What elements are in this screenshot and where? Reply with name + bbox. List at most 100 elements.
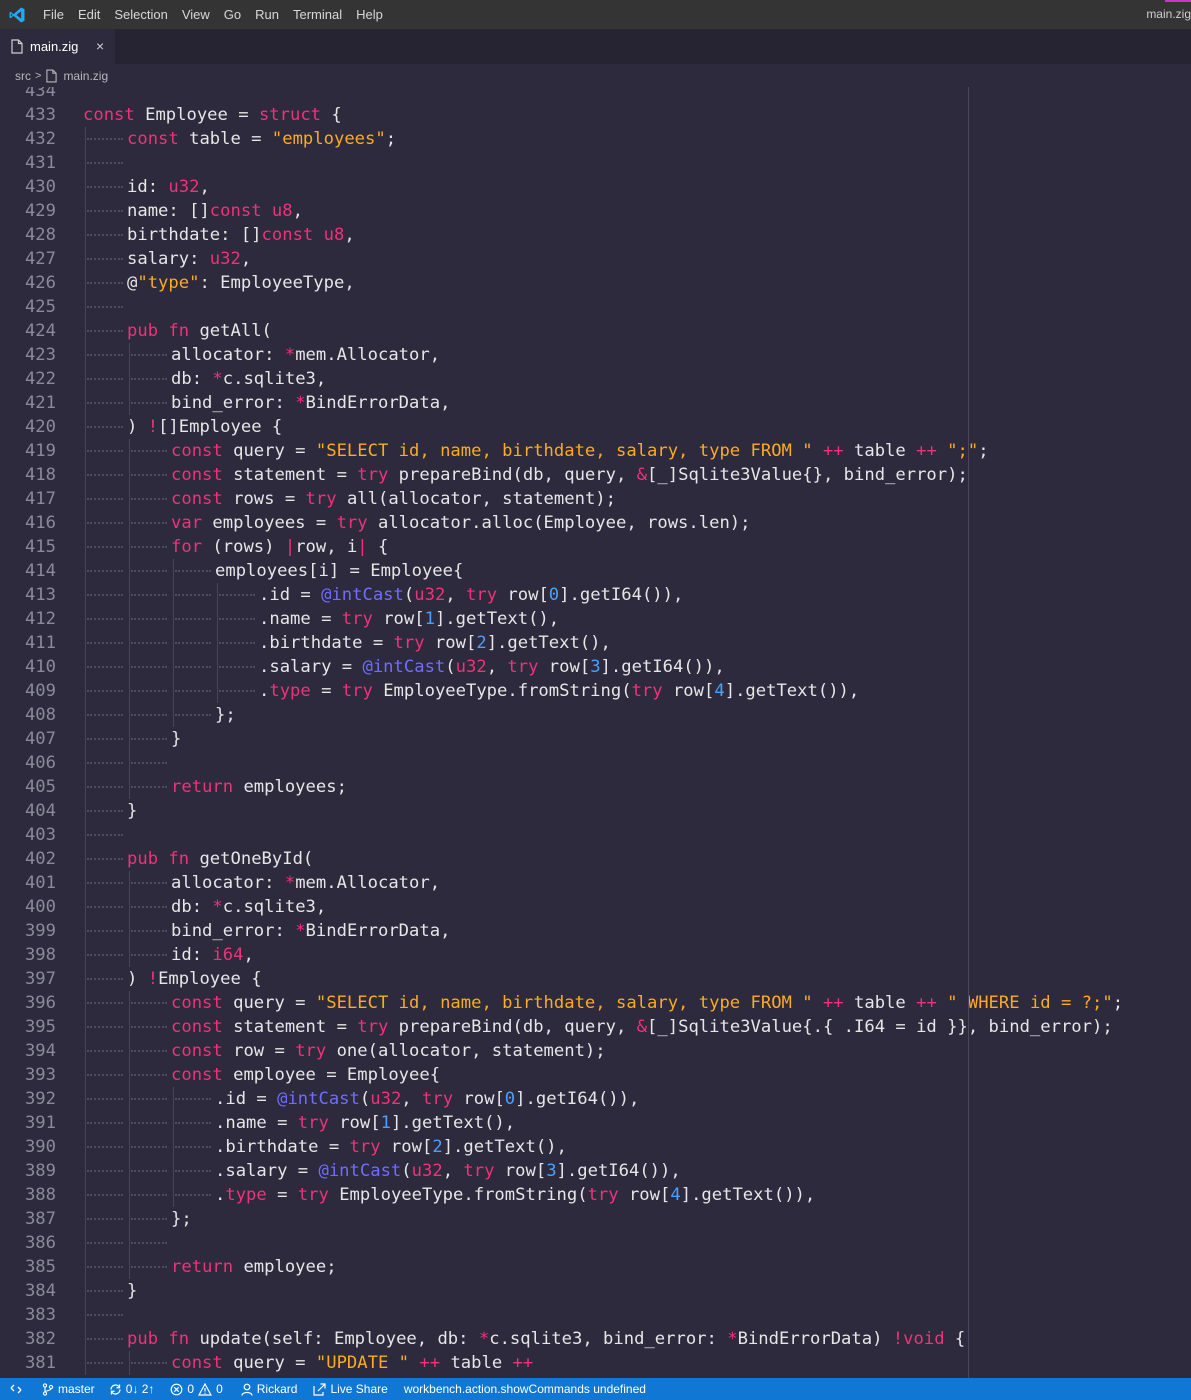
breadcrumb-file[interactable]: main.zig [63,69,108,83]
code-line[interactable]: pub fn getOneById( [83,847,313,871]
code-line[interactable]: const rows = try all(allocator, statemen… [83,487,616,511]
code-token: .name = [215,1113,298,1133]
code-line[interactable] [83,751,171,775]
code-line[interactable]: db: *c.sqlite3, [83,367,326,391]
code-line[interactable]: const Employee = struct { [83,103,342,127]
code-line[interactable]: pub fn getAll( [83,319,272,343]
code-line[interactable]: .birthdate = try row[2].getText(), [83,1135,567,1159]
code-line[interactable]: return employees; [83,775,347,799]
code-editor[interactable]: 434 433 432 431 430 429 428 427 426 425 424 423 422 4… [0,87,1191,1378]
user-item[interactable]: Rickard [241,1382,297,1396]
code-token: birthdate: [] [127,225,262,245]
code-line[interactable]: var employees = try allocator.alloc(Empl… [83,511,751,535]
code-line[interactable]: ) ![]Employee { [83,415,282,439]
menu-view[interactable]: View [175,0,217,29]
remote-indicator[interactable] [10,1383,26,1395]
line-number: 413 [24,585,56,605]
code-token: row[ [497,585,549,605]
code-line[interactable]: } [83,799,137,823]
code-line[interactable]: .id = @intCast(u32, try row[0].getI64())… [83,1087,639,1111]
code-line[interactable]: db: *c.sqlite3, [83,895,326,919]
code-line[interactable] [83,151,127,175]
code-token: .salary = [215,1161,319,1181]
menu-go[interactable]: Go [217,0,248,29]
code-line[interactable]: const statement = try prepareBind(db, qu… [83,1015,1113,1039]
code-line[interactable]: }; [83,703,236,727]
code-line[interactable]: .id = @intCast(u32, try row[0].getI64())… [83,583,683,607]
code-line[interactable]: allocator: *mem.Allocator, [83,871,440,895]
menu-edit[interactable]: Edit [71,0,107,29]
code-token: const [261,225,314,245]
code-line[interactable] [83,823,127,847]
code-line[interactable]: } [83,727,181,751]
indent-guide [127,1063,171,1087]
live-share-label: Live Share [330,1382,388,1396]
code-line[interactable] [83,295,127,319]
code-line[interactable]: name: []const u8, [83,199,303,223]
code-line[interactable]: .name = try row[1].getText(), [83,1111,515,1135]
code-line[interactable]: .type = try EmployeeType.fromString(try … [83,679,859,703]
code-line[interactable]: const table = "employees"; [83,127,396,151]
indent-guide [215,607,259,631]
line-number: 390 [24,1137,56,1157]
code-token: const [171,1041,223,1061]
code-line[interactable]: pub fn update(self: Employee, db: *c.sql… [83,1327,965,1351]
tab-main-zig[interactable]: main.zig × [0,29,115,64]
code-line[interactable]: }; [83,1207,192,1231]
code-line[interactable]: salary: u32, [83,247,251,271]
code-line[interactable]: const statement = try prepareBind(db, qu… [83,463,968,487]
code-line[interactable]: for (rows) |row, i| { [83,535,388,559]
code-line[interactable]: .birthdate = try row[2].getText(), [83,631,611,655]
code-line[interactable]: .type = try EmployeeType.fromString(try … [83,1183,815,1207]
code-line[interactable]: .salary = @intCast(u32, try row[3].getI6… [83,1159,681,1183]
menu-terminal[interactable]: Terminal [286,0,349,29]
code-token: row, i [295,537,358,557]
menu-help[interactable]: Help [349,0,390,29]
code-line[interactable]: .salary = @intCast(u32, try row[3].getI6… [83,655,725,679]
indent-guide [83,1255,127,1279]
problems-item[interactable]: 0 0 [170,1382,223,1396]
menu-file[interactable]: File [36,0,71,29]
code-token: allocator: [171,873,285,893]
code-line[interactable]: birthdate: []const u8, [83,223,355,247]
code-line[interactable]: const query = "SELECT id, name, birthdat… [83,439,989,463]
menu-selection[interactable]: Selection [107,0,174,29]
sync-item[interactable]: 0↓ 2↑ [109,1382,154,1396]
menu-run[interactable]: Run [248,0,286,29]
code-line[interactable]: ) !Employee { [83,967,262,991]
menu-items: File Edit Selection View Go Run Terminal Help [36,0,390,29]
indent-guide [83,367,127,391]
indent-guide [83,295,127,319]
code-token: 0 [504,1089,516,1109]
code-token: } [127,801,138,821]
code-line[interactable]: const employee = Employee{ [83,1063,440,1087]
code-line[interactable]: id: u32, [83,175,210,199]
vscode-logo-icon[interactable] [8,6,26,24]
indent-guide [83,607,127,631]
indent-guide [127,727,171,751]
code-line[interactable]: bind_error: *BindErrorData, [83,919,450,943]
line-number: 398 [24,945,56,965]
branch-item[interactable]: master [42,1382,95,1396]
code-line[interactable]: @"type": EmployeeType, [83,271,355,295]
person-icon [241,1383,253,1396]
indent-guide [83,895,127,919]
code-line[interactable] [83,1303,127,1327]
code-line[interactable]: const query = "UPDATE " ++ table ++ [83,1351,533,1375]
code-line[interactable]: employees[i] = Employee{ [83,559,463,583]
indent-guide [83,535,127,559]
breadcrumb-folder[interactable]: src [15,69,31,83]
code-token: ; [1112,993,1124,1013]
code-line[interactable]: allocator: *mem.Allocator, [83,343,440,367]
code-line[interactable]: id: i64, [83,943,254,967]
code-line[interactable]: const row = try one(allocator, statement… [83,1039,606,1063]
code-line[interactable]: return employee; [83,1255,337,1279]
code-line[interactable]: bind_error: *BindErrorData, [83,391,450,415]
code-line[interactable]: .name = try row[1].getText(), [83,607,559,631]
code-line[interactable] [83,1231,171,1255]
live-share-item[interactable]: Live Share [313,1382,388,1396]
code-token: }; [171,1209,192,1229]
tab-close-icon[interactable]: × [96,38,104,54]
code-line[interactable]: } [83,1279,137,1303]
